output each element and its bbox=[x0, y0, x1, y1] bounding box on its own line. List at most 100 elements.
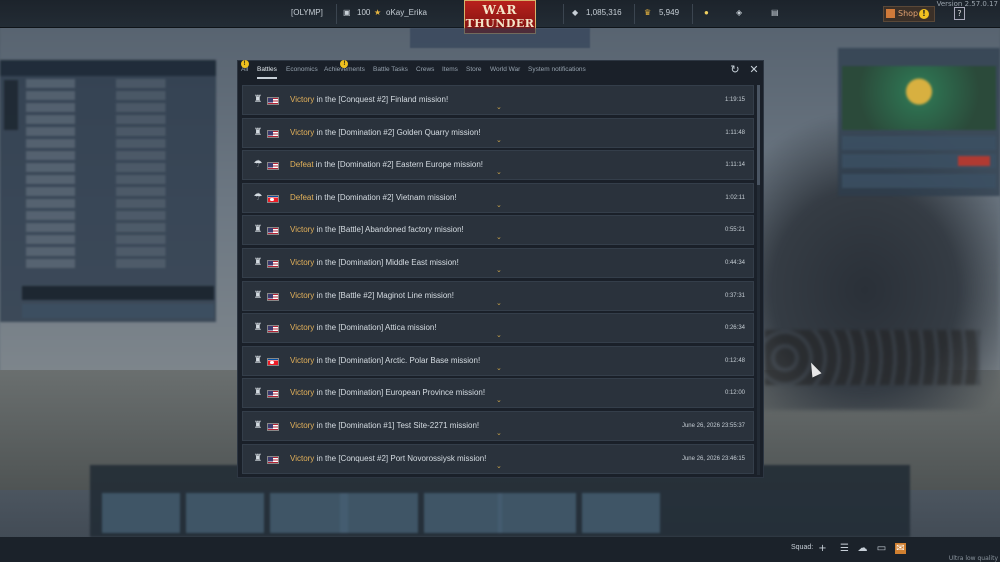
mail-icon[interactable]: ✉ bbox=[895, 543, 906, 554]
notification-time: 1:02:11 bbox=[725, 194, 745, 201]
tab-world-war[interactable]: World War bbox=[490, 66, 520, 73]
tab-store[interactable]: Store bbox=[466, 66, 482, 73]
expand-chevron-icon[interactable]: ⌄ bbox=[496, 104, 502, 111]
quality-label: Ultra low quality bbox=[948, 555, 998, 562]
username[interactable]: oKay_Erika bbox=[386, 8, 427, 17]
trophy-icon: ♜ bbox=[253, 387, 263, 399]
notification-row[interactable]: ☂ Defeat in the [Domination #2] Eastern E… bbox=[242, 150, 754, 181]
golden-eagles-icon: ♛ bbox=[644, 8, 652, 17]
expand-chevron-icon[interactable]: ⌄ bbox=[496, 332, 502, 339]
tab-crews[interactable]: Crews bbox=[416, 66, 434, 73]
notification-row[interactable]: ☂ Defeat in the [Domination #2] Vietnam m… bbox=[242, 182, 754, 213]
scroll-thumb[interactable] bbox=[757, 85, 760, 185]
refresh-icon[interactable]: ↻ bbox=[729, 64, 741, 76]
tab-items[interactable]: Items bbox=[442, 66, 458, 73]
crew-slot bbox=[270, 493, 348, 533]
vehicle-info-panel bbox=[0, 60, 216, 322]
tab-battle-tasks[interactable]: Battle Tasks bbox=[373, 66, 408, 73]
usa-flag-icon bbox=[267, 260, 279, 268]
battle-pass-icon[interactable]: ◈ bbox=[736, 8, 742, 17]
mission-text: in the [Conquest #2] Port Novorossiysk m… bbox=[314, 453, 487, 463]
usa-flag-icon bbox=[267, 325, 279, 334]
expand-chevron-icon[interactable]: ⌄ bbox=[496, 267, 502, 274]
mission-text: in the [Domination] Attica mission! bbox=[314, 323, 437, 333]
profile-icon[interactable]: ▣ bbox=[343, 8, 351, 17]
expand-chevron-icon[interactable]: ⌄ bbox=[496, 201, 502, 209]
mission-text: in the [Battle #2] Maginot Line mission! bbox=[314, 290, 454, 300]
usa-flag-icon bbox=[267, 129, 279, 138]
notification-message: Victory in the [Domination] Middle East … bbox=[290, 258, 459, 267]
coupon-icon[interactable]: ▤ bbox=[771, 8, 779, 17]
expand-chevron-icon[interactable]: ⌄ bbox=[496, 397, 502, 404]
shop-label: Shop bbox=[898, 9, 919, 18]
mission-text: in the [Domination #1] Test Site-2271 mi… bbox=[314, 421, 480, 430]
add-squad-icon[interactable]: + bbox=[817, 543, 828, 554]
notification-row[interactable]: ♜ Victory in the [Domination] Middle East… bbox=[242, 248, 754, 278]
battle-result: Victory bbox=[290, 95, 315, 104]
notification-row[interactable]: ♜ Victory in the [Conquest #2] Finland mi… bbox=[242, 85, 754, 115]
notification-message: Victory in the [Domination #2] Golden Qu… bbox=[290, 128, 481, 137]
usa-flag-icon bbox=[267, 227, 279, 236]
silver-lions-icon: ◆ bbox=[572, 8, 579, 17]
parachute-icon: ☂ bbox=[253, 159, 263, 171]
help-button[interactable]: ? bbox=[954, 7, 965, 20]
notification-row[interactable]: ♜ Victory in the [Battle] Abandoned facto… bbox=[242, 215, 754, 246]
battle-result: Victory bbox=[290, 388, 315, 398]
crew-slot bbox=[424, 493, 502, 533]
usa-flag-icon bbox=[267, 423, 279, 431]
north-korea-flag-icon bbox=[267, 357, 279, 366]
expand-chevron-icon[interactable]: ⌄ bbox=[496, 169, 502, 176]
mission-text: in the [Battle] Abandoned factory missio… bbox=[314, 225, 464, 235]
tab-achievements[interactable]: Achievements! bbox=[324, 60, 365, 73]
close-icon[interactable]: ✕ bbox=[748, 64, 760, 76]
expand-chevron-icon[interactable]: ⌄ bbox=[496, 462, 502, 470]
tab-all[interactable]: All! bbox=[240, 60, 249, 73]
notification-row[interactable]: ♜ Victory in the [Battle #2] Maginot Line… bbox=[242, 280, 754, 311]
notification-time: June 26, 2026 23:55:37 bbox=[681, 423, 745, 429]
tab-battles[interactable]: Battles bbox=[257, 66, 277, 79]
tank-wheels bbox=[765, 330, 980, 385]
notification-time: 0:12:48 bbox=[724, 357, 745, 364]
notification-time: 0:12:00 bbox=[724, 390, 745, 397]
notification-time: June 26, 2026 23:46:15 bbox=[681, 455, 745, 462]
expand-chevron-icon[interactable]: ⌄ bbox=[496, 364, 502, 372]
expand-chevron-icon[interactable]: ⌄ bbox=[496, 234, 502, 241]
scrollbar[interactable] bbox=[757, 85, 760, 475]
notification-time: 1:11:14 bbox=[725, 162, 745, 169]
notification-row[interactable]: ♜ Victory in the [Domination #2] Golden Q… bbox=[242, 117, 754, 148]
notification-message: Victory in the [Battle #2] Maginot Line … bbox=[290, 291, 454, 300]
contacts-icon[interactable]: ☁ bbox=[857, 543, 868, 554]
notification-row[interactable]: ♜ Victory in the [Domination] Arctic. Pol… bbox=[242, 345, 754, 376]
notification-message: Victory in the [Domination] Attica missi… bbox=[290, 323, 437, 332]
tab-system-notifications[interactable]: System notifications bbox=[528, 66, 586, 73]
notification-list: ♜ Victory in the [Conquest #2] Finland mi… bbox=[242, 85, 754, 475]
battle-result: Defeat bbox=[290, 160, 314, 170]
notification-row[interactable]: ♜ Victory in the [Conquest #2] Port Novor… bbox=[242, 443, 754, 474]
notification-row[interactable]: ♜ Victory in the [Domination] Attica miss… bbox=[242, 313, 754, 344]
squad-label: Squad: bbox=[791, 544, 814, 551]
notification-message: Victory in the [Conquest #2] Finland mis… bbox=[290, 95, 448, 104]
top-banner bbox=[410, 28, 590, 48]
notification-time: 0:55:21 bbox=[724, 227, 745, 234]
trophy-icon: ♜ bbox=[253, 289, 263, 301]
battle-result: Victory bbox=[290, 323, 315, 333]
usa-flag-icon bbox=[267, 292, 279, 301]
events-row bbox=[842, 174, 996, 188]
version-label: Version 2.57.0.17 bbox=[936, 0, 998, 8]
expand-chevron-icon[interactable]: ⌄ bbox=[496, 299, 502, 307]
vehicle-info-footer-button bbox=[22, 304, 214, 318]
list-icon[interactable]: ☰ bbox=[839, 543, 850, 554]
notification-message: Victory in the [Domination] Arctic. Pola… bbox=[290, 356, 480, 365]
parachute-icon: ☂ bbox=[253, 191, 263, 203]
chat-icon[interactable]: ▭ bbox=[876, 543, 887, 554]
tab-economics[interactable]: Economics bbox=[286, 66, 318, 73]
notification-message: Defeat in the [Domination #2] Eastern Eu… bbox=[290, 160, 483, 169]
expand-chevron-icon[interactable]: ⌄ bbox=[496, 136, 502, 144]
lightbulb-icon[interactable]: ● bbox=[704, 8, 709, 17]
crew-slot bbox=[186, 493, 264, 533]
notification-row[interactable]: ♜ Victory in the [Domination #1] Test Sit… bbox=[242, 411, 754, 441]
star-icon: ★ bbox=[374, 8, 382, 17]
shop-button[interactable]: Shop ! bbox=[883, 6, 935, 22]
notification-row[interactable]: ♜ Victory in the [Domination] European Pr… bbox=[242, 378, 754, 409]
expand-chevron-icon[interactable]: ⌄ bbox=[496, 430, 502, 437]
